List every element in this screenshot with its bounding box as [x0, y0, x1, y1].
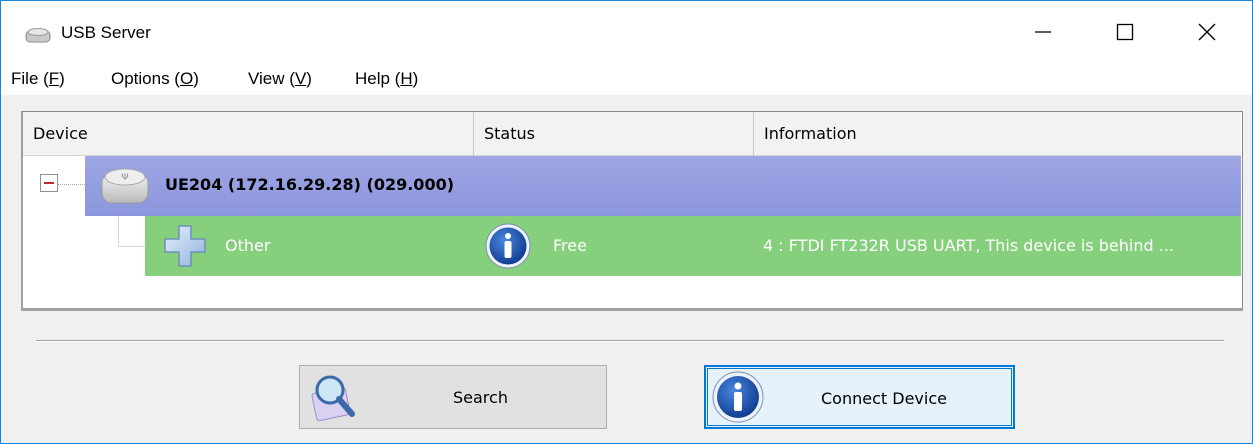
- plus-device-icon: [164, 225, 206, 267]
- device-status: Free: [553, 236, 587, 255]
- minimize-icon: [1035, 31, 1051, 33]
- server-row[interactable]: Ψ UE204 (172.16.29.28) (029.000): [85, 156, 1241, 216]
- title-bar[interactable]: USB Server: [1, 1, 1252, 63]
- separator: [36, 340, 1224, 342]
- maximize-icon: [1116, 23, 1134, 41]
- window-title: USB Server: [61, 23, 151, 42]
- search-button[interactable]: Search: [299, 365, 607, 429]
- usb-hub-icon: [25, 28, 51, 43]
- maximize-button[interactable]: [1089, 1, 1161, 63]
- svg-text:Ψ: Ψ: [121, 173, 128, 183]
- menu-help[interactable]: Help (H): [355, 69, 418, 89]
- column-header-device[interactable]: Device: [23, 112, 474, 156]
- minimize-button[interactable]: [1007, 1, 1079, 63]
- collapse-toggle[interactable]: [40, 174, 58, 192]
- device-list[interactable]: Device Status Information Ψ UE204 (172.1…: [21, 111, 1243, 311]
- device-name: Other: [225, 236, 271, 255]
- search-magnifier-icon: [311, 375, 355, 422]
- tree-connector-child: [118, 216, 119, 246]
- info-icon: [485, 223, 531, 269]
- connect-device-button-label: Connect Device: [821, 389, 947, 408]
- menu-options[interactable]: Options (O): [111, 69, 199, 89]
- server-label: UE204 (172.16.29.28) (029.000): [165, 175, 455, 194]
- menu-view[interactable]: View (V): [248, 69, 312, 89]
- menu-bar: File (F) Options (O) View (V) Help (H): [1, 63, 1252, 95]
- search-button-label: Search: [453, 388, 508, 407]
- close-icon: [1198, 23, 1216, 41]
- menu-file[interactable]: File (F): [11, 69, 65, 89]
- close-button[interactable]: [1171, 1, 1243, 63]
- tree-connector-child-branch: [118, 246, 146, 247]
- column-header-information[interactable]: Information: [754, 112, 1241, 156]
- usb-server-window: USB Server File (F) Options (O) View (V)…: [0, 0, 1253, 444]
- info-icon: [712, 371, 764, 423]
- column-header-status[interactable]: Status: [474, 112, 754, 156]
- usb-server-icon: Ψ: [101, 168, 149, 204]
- list-header: Device Status Information: [23, 112, 1241, 156]
- device-row[interactable]: Other Free 4 : FTDI FT232R USB UART, Thi…: [145, 216, 1241, 276]
- connect-device-button[interactable]: Connect Device: [704, 365, 1015, 429]
- device-information: 4 : FTDI FT232R USB UART, This device is…: [763, 236, 1174, 255]
- tree-connector: [58, 184, 85, 185]
